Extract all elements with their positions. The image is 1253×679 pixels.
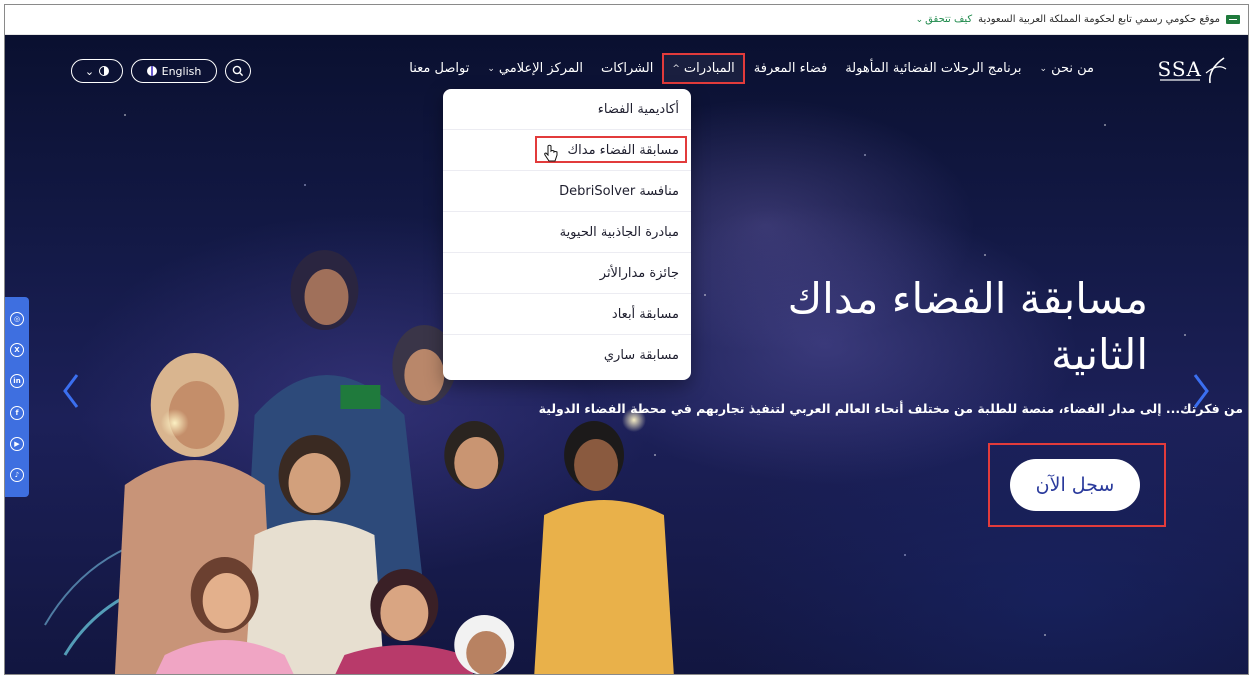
dropdown-item-abaad[interactable]: مسابقة أبعاد xyxy=(443,294,691,335)
saudi-flag-icon xyxy=(1226,15,1240,24)
linkedin-icon[interactable]: in xyxy=(10,374,24,389)
ssa-logo[interactable]: SSA xyxy=(1152,55,1228,89)
social-rail: ◎ X in f ▶ ♪ xyxy=(5,297,29,497)
nav-item-human-spaceflight-label: برنامج الرحلات الفضائية المأهولة xyxy=(845,61,1022,76)
dropdown-item-madar-award[interactable]: جائزة مدارالأثر xyxy=(443,253,691,294)
dropdown-item-label: منافسة DebriSolver xyxy=(559,183,679,199)
nav-item-partnerships[interactable]: الشراكات xyxy=(592,53,662,84)
dropdown-item-label: أكاديمية الفضاء xyxy=(597,101,679,117)
hand-cursor-icon xyxy=(544,144,558,162)
chevron-up-icon: ^ xyxy=(672,63,680,74)
browser-viewport: موقع حكومي رسمي تابع لحكومة المملكة العر… xyxy=(4,4,1249,675)
theme-toggle[interactable]: ⌄ xyxy=(71,59,123,83)
youtube-icon[interactable]: ▶ xyxy=(10,436,24,451)
chevron-down-icon: ⌄ xyxy=(84,64,95,78)
search-button[interactable] xyxy=(225,59,251,83)
chevron-down-icon: ⌄ xyxy=(487,63,495,74)
dropdown-item-label: مسابقة أبعاد xyxy=(611,306,679,322)
dropdown-item-sari[interactable]: مسابقة ساري xyxy=(443,335,691,376)
nav-item-human-spaceflight[interactable]: برنامج الرحلات الفضائية المأهولة xyxy=(836,53,1030,84)
logo-underline xyxy=(1160,79,1200,81)
dropdown-item-space-academy[interactable]: أكاديمية الفضاء xyxy=(443,89,691,130)
carousel-prev-arrow-icon[interactable] xyxy=(61,371,81,411)
chevron-down-icon: ⌄ xyxy=(1039,63,1048,74)
nav-item-media-center[interactable]: المركز الإعلامي ⌄ xyxy=(478,53,592,84)
dropdown-item-label: مسابقة ساري xyxy=(603,348,679,363)
nav-item-about-label: من نحن xyxy=(1051,61,1094,76)
nav-item-partnerships-label: الشراكات xyxy=(600,61,654,76)
nav-menu: من نحن ⌄ برنامج الرحلات الفضائية المأهول… xyxy=(400,53,1103,84)
search-icon xyxy=(232,65,244,77)
facebook-icon[interactable]: f xyxy=(10,405,24,420)
contrast-icon xyxy=(99,66,110,76)
nav-item-media-center-label: المركز الإعلامي xyxy=(498,61,583,76)
header-controls: ⌄ English xyxy=(71,59,251,83)
gov-bar-text: موقع حكومي رسمي تابع لحكومة المملكة العر… xyxy=(978,14,1220,25)
instagram-icon[interactable]: ◎ xyxy=(10,311,24,326)
dropdown-item-label: جائزة مدارالأثر xyxy=(599,265,679,281)
nav-item-knowledge-space-label: فضاء المعرفة xyxy=(753,61,828,76)
nav-item-about[interactable]: من نحن ⌄ xyxy=(1031,53,1103,84)
verify-link[interactable]: كيف تتحقق ⌄ xyxy=(916,14,973,25)
chevron-down-icon: ⌄ xyxy=(915,14,924,25)
verify-link-label: كيف تتحقق xyxy=(925,14,973,25)
language-label: English xyxy=(161,64,202,78)
dropdown-item-label: مبادرة الجاذبية الحيوية xyxy=(559,224,679,240)
carousel-next-arrow-icon[interactable] xyxy=(1191,371,1211,411)
hero-title-line1: مسابقة الفضاء مداك xyxy=(787,274,1148,323)
globe-icon xyxy=(146,66,157,76)
language-switch[interactable]: English xyxy=(131,59,217,83)
hero-title-line2: الثانية xyxy=(1051,330,1148,379)
nav-item-contact-label: تواصل معنا xyxy=(409,61,470,76)
hero-subtitle: من فكرتك... إلى مدار الفضاء، منصة للطلبة… xyxy=(538,401,1243,416)
dropdown-item-madak[interactable]: مسابقة الفضاء مداك xyxy=(443,130,691,171)
nav-item-initiatives-label: المبادرات xyxy=(683,61,735,76)
nav-item-initiatives[interactable]: المبادرات ^ xyxy=(662,53,745,84)
dropdown-item-debrisolver[interactable]: منافسة DebriSolver xyxy=(443,171,691,212)
x-icon[interactable]: X xyxy=(10,342,24,357)
tiktok-icon[interactable]: ♪ xyxy=(10,468,24,483)
register-now-button[interactable]: سجل الآن xyxy=(1010,459,1140,511)
logo-text: SSA xyxy=(1157,57,1202,81)
initiatives-dropdown: أكاديمية الفضاء مسابقة الفضاء مداك منافس… xyxy=(443,89,691,380)
gov-bar: موقع حكومي رسمي تابع لحكومة المملكة العر… xyxy=(5,5,1248,35)
nav-item-knowledge-space[interactable]: فضاء المعرفة xyxy=(745,53,836,84)
orbit-logo-icon xyxy=(1205,57,1227,84)
nav-item-contact[interactable]: تواصل معنا xyxy=(400,53,478,84)
hero-title: مسابقة الفضاء مداك الثانية xyxy=(648,271,1148,383)
dropdown-item-bio-gravity[interactable]: مبادرة الجاذبية الحيوية xyxy=(443,212,691,253)
